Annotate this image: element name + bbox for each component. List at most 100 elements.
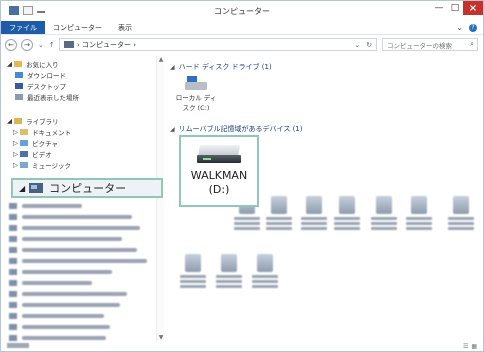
library-icon bbox=[14, 118, 23, 124]
address-actions: ⌄ ↻ bbox=[354, 41, 376, 49]
status-bar: ☰ ▦ bbox=[1, 341, 483, 352]
collapse-icon[interactable]: ▷ bbox=[13, 161, 20, 169]
collapse-group-icon[interactable]: ◢ bbox=[170, 64, 175, 71]
history-dropdown-icon[interactable]: ⌄ bbox=[354, 41, 360, 49]
blurred-nav-row[interactable] bbox=[9, 300, 120, 309]
blurred-device[interactable] bbox=[214, 254, 244, 290]
forward-button[interactable]: → bbox=[21, 39, 33, 51]
blurred-nav-row[interactable] bbox=[9, 234, 122, 243]
expand-icon[interactable]: ◢ bbox=[7, 117, 14, 125]
address-row: ← → ⌄ ↑ › コンピューター › ⌄ ↻ コンピューターの検索 ⌕ bbox=[1, 37, 483, 53]
nav-libraries-label: ライブラリ bbox=[26, 118, 59, 126]
minimize-button[interactable]: — bbox=[431, 1, 447, 15]
blurred-nav-row[interactable] bbox=[9, 201, 82, 210]
nav-item-pictures[interactable]: ▷ ピクチャ bbox=[13, 138, 58, 148]
blurred-nav-row[interactable] bbox=[9, 267, 112, 276]
drive-label-line1: ローカル ディ bbox=[175, 94, 217, 102]
walkman-drive-callout[interactable]: WALKMAN (D:) bbox=[179, 135, 259, 207]
search-input[interactable]: コンピューターの検索 ⌕ bbox=[382, 38, 478, 51]
nav-item-label: 最近表示した場所 bbox=[27, 94, 79, 102]
blurred-device[interactable] bbox=[446, 196, 476, 232]
title-bar: コンピューター — □ × bbox=[1, 1, 483, 21]
nav-item-label: ピクチャ bbox=[32, 140, 59, 148]
documents-icon bbox=[20, 129, 29, 135]
up-button[interactable]: ↑ bbox=[49, 41, 55, 49]
blurred-nav-row[interactable] bbox=[9, 311, 104, 320]
nav-favorites[interactable]: ◢ お気に入り bbox=[7, 59, 59, 69]
chevron-down-icon[interactable]: ⌄ bbox=[456, 23, 463, 32]
nav-libraries[interactable]: ◢ ライブラリ bbox=[7, 116, 59, 126]
star-icon bbox=[14, 61, 23, 67]
large-icons-view-icon[interactable]: ▦ bbox=[471, 343, 477, 350]
refresh-icon[interactable]: ↻ bbox=[366, 41, 372, 49]
maximize-button[interactable]: □ bbox=[447, 1, 463, 15]
blurred-nav-row[interactable] bbox=[9, 245, 137, 254]
blurred-nav-row[interactable] bbox=[9, 256, 147, 265]
navigation-pane: ◢ お気に入り ダウンロード デスクトップ 最近表示した場所 ◢ ライブラリ ▷… bbox=[1, 56, 164, 341]
collapse-icon[interactable]: ▷ bbox=[13, 128, 20, 136]
group-header-hdd[interactable]: ◢ ハード ディスク ドライブ (1) bbox=[170, 62, 272, 72]
drive-label-line2: スク (C:) bbox=[182, 104, 210, 112]
collapse-group-icon[interactable]: ◢ bbox=[170, 126, 175, 133]
nav-item-recent-places[interactable]: 最近表示した場所 bbox=[15, 92, 79, 102]
blurred-device[interactable] bbox=[369, 196, 399, 232]
walkman-device-icon bbox=[197, 145, 241, 165]
collapse-icon[interactable]: ▷ bbox=[13, 150, 20, 158]
desktop-icon bbox=[15, 83, 23, 89]
pictures-icon bbox=[20, 140, 29, 146]
music-icon bbox=[20, 162, 29, 168]
blurred-nav-row[interactable] bbox=[9, 322, 110, 331]
group-header-label: ハード ディスク ドライブ (1) bbox=[178, 63, 272, 71]
nav-favorites-label: お気に入り bbox=[26, 61, 59, 69]
breadcrumb-computer[interactable]: コンピューター bbox=[82, 40, 131, 50]
nav-item-label: ビデオ bbox=[32, 151, 52, 159]
nav-scrollbar[interactable]: ▲ ▼ bbox=[156, 56, 164, 341]
blurred-nav-row[interactable] bbox=[9, 212, 132, 221]
nav-item-downloads[interactable]: ダウンロード bbox=[15, 70, 66, 80]
blurred-nav-row[interactable] bbox=[9, 278, 92, 287]
nav-item-label: ドキュメント bbox=[32, 129, 72, 137]
blurred-device[interactable] bbox=[332, 196, 362, 232]
recent-locations-icon[interactable]: ⌄ bbox=[38, 41, 44, 49]
walkman-drive-letter: (D:) bbox=[208, 183, 230, 196]
expand-icon[interactable]: ◢ bbox=[7, 60, 14, 68]
blurred-status-text bbox=[7, 343, 29, 348]
nav-item-desktop[interactable]: デスクトップ bbox=[15, 81, 66, 91]
window-controls: — □ × bbox=[431, 1, 483, 15]
group-header-label: リムーバブル記憶域があるデバイス (1) bbox=[178, 125, 303, 133]
back-button[interactable]: ← bbox=[5, 39, 17, 51]
search-placeholder: コンピューターの検索 bbox=[387, 41, 452, 50]
tab-view[interactable]: 表示 bbox=[110, 21, 140, 34]
collapse-icon[interactable]: ▷ bbox=[13, 139, 20, 147]
nav-item-computer-callout[interactable]: ◢ コンピューター bbox=[11, 178, 163, 198]
blurred-device[interactable] bbox=[404, 196, 434, 232]
nav-computer-label: コンピューター bbox=[49, 182, 127, 195]
blurred-device[interactable] bbox=[299, 196, 329, 232]
nav-item-videos[interactable]: ▷ ビデオ bbox=[13, 149, 52, 159]
blurred-device[interactable] bbox=[264, 196, 294, 232]
drive-local-disk-c[interactable]: ローカル ディ スク (C:) bbox=[174, 76, 218, 112]
blurred-device[interactable] bbox=[250, 254, 280, 290]
window-title: コンピューター bbox=[214, 7, 270, 16]
details-view-icon[interactable]: ☰ bbox=[463, 343, 468, 350]
help-icon[interactable]: ? bbox=[469, 23, 477, 32]
recent-places-icon bbox=[15, 94, 23, 100]
blurred-nav-row[interactable] bbox=[9, 223, 140, 232]
tab-file[interactable]: ファイル bbox=[1, 21, 45, 34]
videos-icon bbox=[20, 151, 29, 157]
nav-item-documents[interactable]: ▷ ドキュメント bbox=[13, 127, 71, 137]
blurred-nav-row[interactable] bbox=[9, 289, 127, 298]
nav-item-music[interactable]: ▷ ミュージック bbox=[13, 160, 71, 170]
expand-icon[interactable]: ◢ bbox=[19, 184, 25, 193]
search-icon[interactable]: ⌕ bbox=[470, 40, 477, 49]
blurred-device[interactable] bbox=[178, 254, 208, 290]
download-icon bbox=[15, 72, 23, 78]
breadcrumb-sep-icon: › bbox=[131, 40, 137, 49]
nav-item-label: ダウンロード bbox=[27, 72, 66, 80]
nav-item-label: ミュージック bbox=[32, 162, 71, 170]
tab-computer[interactable]: コンピューター bbox=[45, 21, 110, 34]
group-header-removable[interactable]: ◢ リムーバブル記憶域があるデバイス (1) bbox=[170, 124, 303, 134]
close-button[interactable]: × bbox=[463, 1, 483, 15]
computer-icon bbox=[29, 183, 44, 193]
address-bar[interactable]: › コンピューター › ⌄ ↻ bbox=[59, 38, 377, 51]
